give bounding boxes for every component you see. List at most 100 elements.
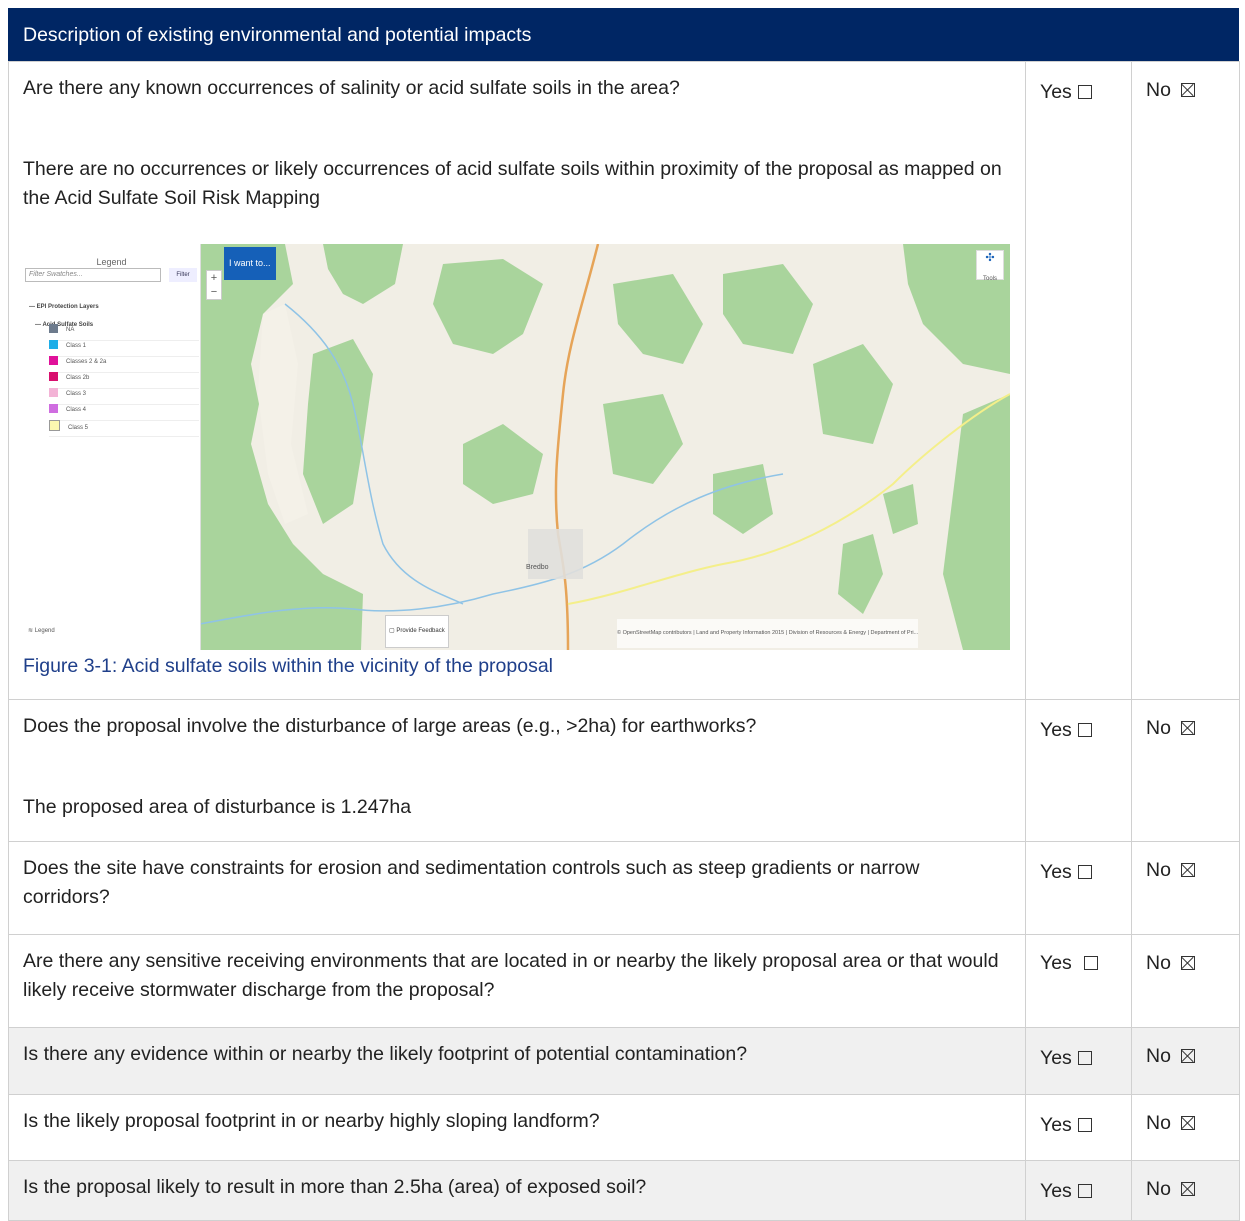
no-label: No [1146, 1178, 1171, 1200]
question-text: Is there any evidence within or nearby t… [23, 1043, 748, 1065]
yes-cell: Yes [1025, 699, 1132, 842]
legend-swatch [49, 356, 58, 365]
feedback-icon: ▢ [389, 628, 395, 634]
legend-swatch [49, 420, 60, 431]
no-cell: No [1131, 1160, 1240, 1221]
legend-item-label: Class 5 [68, 425, 89, 431]
section-title: Description of existing environmental an… [23, 24, 532, 46]
legend-swatch [49, 340, 58, 349]
acid-sulfate-map[interactable]: Legend Filter Swatches... Filter — EPI P… [23, 244, 1010, 650]
legend-swatch [49, 404, 58, 413]
legend-item: NA [49, 324, 199, 341]
yes-label: Yes [1040, 719, 1072, 741]
legend-tab[interactable]: ≋ Legend [28, 617, 55, 646]
question-text: Does the site have constraints for erosi… [23, 857, 920, 908]
yes-cell: Yes [1025, 841, 1132, 935]
legend-item-label: Classes 2 & 2a [66, 359, 107, 365]
question-cell: Does the site have constraints for erosi… [8, 841, 1026, 935]
yes-label: Yes [1040, 1180, 1072, 1202]
question-row: Is the proposal likely to result in more… [8, 1160, 1240, 1221]
question-text: Is the likely proposal footprint in or n… [23, 1110, 600, 1132]
no-label: No [1146, 1112, 1171, 1134]
feedback-label: Provide Feedback [396, 628, 445, 634]
tools-label: Tools [982, 276, 997, 282]
no-checkbox-checked[interactable] [1180, 1182, 1195, 1196]
question-row: Are there any known occurrences of salin… [8, 61, 1240, 700]
question-text: Is the proposal likely to result in more… [23, 1176, 647, 1198]
no-checkbox-checked[interactable] [1180, 956, 1195, 970]
question-cell: Is the likely proposal footprint in or n… [8, 1094, 1026, 1161]
yes-cell: Yes [1025, 934, 1132, 1028]
map-attribution: © OpenStreetMap contributors | Land and … [617, 619, 919, 648]
provide-feedback-button[interactable]: ▢ Provide Feedback [385, 615, 449, 648]
yes-checkbox[interactable] [1077, 865, 1092, 879]
question-cell: Does the proposal involve the disturbanc… [8, 699, 1026, 842]
question-row: Is the likely proposal footprint in or n… [8, 1094, 1240, 1161]
yes-label: Yes [1040, 861, 1072, 883]
legend-item-label: Class 1 [66, 343, 87, 349]
map-legend-panel: Legend Filter Swatches... Filter — EPI P… [23, 244, 201, 650]
impacts-table: Description of existing environmental an… [8, 8, 1240, 1221]
yes-checkbox[interactable] [1077, 1184, 1092, 1198]
legend-filter-input[interactable]: Filter Swatches... [25, 268, 161, 282]
no-cell: No [1131, 1027, 1240, 1095]
question-cell: Are there any sensitive receiving enviro… [8, 934, 1026, 1028]
no-label: No [1146, 1045, 1171, 1067]
no-checkbox-checked[interactable] [1180, 1116, 1195, 1130]
yes-cell: Yes [1025, 61, 1132, 700]
legend-item-label: Class 3 [66, 391, 87, 397]
yes-label: Yes [1040, 1047, 1072, 1069]
legend-item: Class 1 [49, 340, 199, 357]
answer-detail: There are no occurrences or likely occur… [23, 158, 1002, 209]
yes-label: Yes [1040, 1114, 1072, 1136]
yes-checkbox[interactable] [1077, 85, 1092, 99]
yes-label: Yes [1040, 81, 1072, 103]
yes-checkbox[interactable] [1077, 1118, 1092, 1132]
answer-detail: The proposed area of disturbance is 1.24… [23, 796, 412, 818]
legend-item-label: NA [66, 327, 75, 333]
zoom-control[interactable]: + − [206, 270, 222, 300]
legend-group-label: EPI Protection Layers [36, 304, 99, 310]
legend-item-label: Class 4 [66, 407, 87, 413]
question-table: Are there any known occurrences of salin… [8, 61, 1240, 1221]
question-cell: Is there any evidence within or nearby t… [8, 1027, 1026, 1095]
legend-item-label: Class 2b [66, 375, 90, 381]
no-label: No [1146, 952, 1171, 974]
question-text: Are there any known occurrences of salin… [23, 77, 680, 99]
legend-tab-label: Legend [34, 628, 55, 634]
no-checkbox-checked[interactable] [1180, 1049, 1195, 1063]
no-cell: No [1131, 699, 1240, 842]
layers-icon: ≋ [28, 628, 34, 634]
question-cell: Is the proposal likely to result in more… [8, 1160, 1026, 1221]
no-checkbox-checked[interactable] [1180, 863, 1195, 877]
legend-item: Class 5 [49, 420, 199, 437]
yes-checkbox[interactable] [1077, 1051, 1092, 1065]
legend-item: Class 2b [49, 372, 199, 389]
i-want-to-button[interactable]: I want to... [224, 247, 276, 280]
tools-icon: ✣ [985, 252, 995, 264]
yes-cell: Yes [1025, 1094, 1132, 1161]
yes-label: Yes [1040, 952, 1072, 974]
figure-caption: Figure 3-1: Acid sulfate soils within th… [23, 655, 554, 677]
no-checkbox-checked[interactable] [1180, 83, 1195, 97]
zoom-out-icon[interactable]: − [207, 285, 221, 299]
question-cell: Are there any known occurrences of salin… [8, 61, 1026, 700]
no-cell: No [1131, 61, 1240, 700]
no-cell: No [1131, 934, 1240, 1028]
question-row: Are there any sensitive receiving enviro… [8, 934, 1240, 1028]
yes-cell: Yes [1025, 1027, 1132, 1095]
zoom-in-icon[interactable]: + [207, 271, 221, 285]
legend-filter-button[interactable]: Filter [169, 268, 197, 282]
yes-checkbox[interactable] [1077, 723, 1092, 737]
tools-button[interactable]: ✣ Tools [976, 250, 1004, 282]
no-cell: No [1131, 841, 1240, 935]
no-cell: No [1131, 1094, 1240, 1161]
legend-swatch [49, 388, 58, 397]
question-row: Is there any evidence within or nearby t… [8, 1027, 1240, 1095]
no-checkbox-checked[interactable] [1180, 721, 1195, 735]
legend-item: Class 4 [49, 404, 199, 421]
no-label: No [1146, 859, 1171, 881]
question-text: Does the proposal involve the disturbanc… [23, 715, 757, 737]
question-text: Are there any sensitive receiving enviro… [23, 950, 999, 1001]
yes-checkbox[interactable] [1083, 956, 1098, 970]
